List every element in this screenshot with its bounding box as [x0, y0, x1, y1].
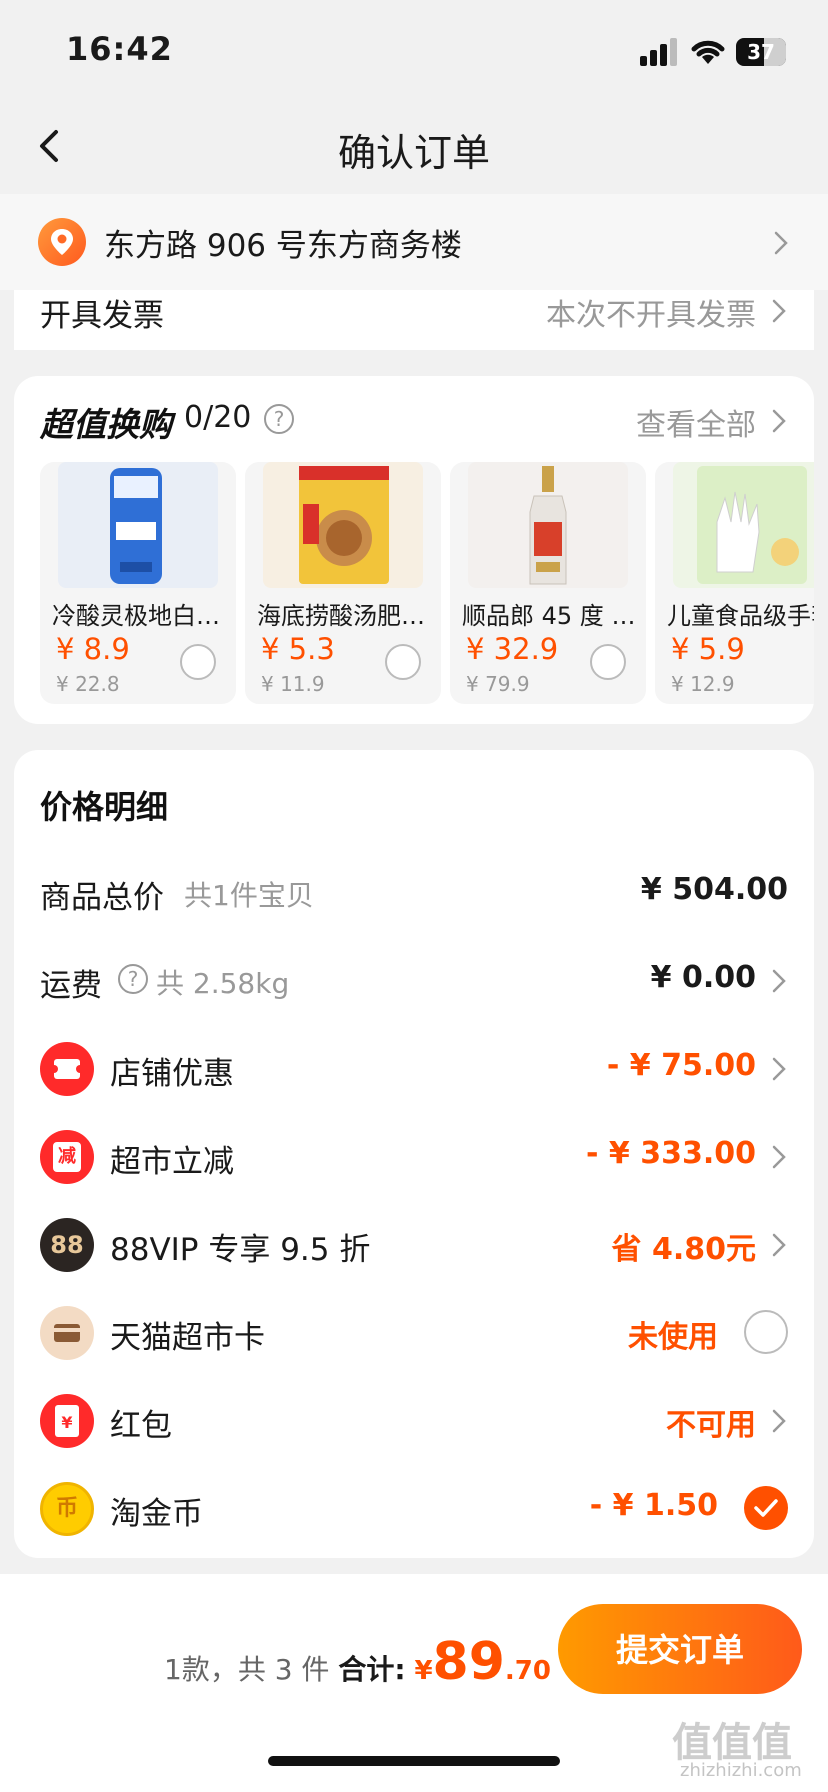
nav-bar: 确认订单: [0, 104, 828, 188]
shipping-label: 运费: [40, 968, 102, 1004]
product-name: 顺品郎 45 度 4…: [462, 602, 644, 630]
check-icon: [754, 1499, 778, 1517]
watermark-url: zhizhizhi.com: [680, 1760, 802, 1781]
tmall-card-row[interactable]: 天猫超市卡 未使用: [14, 1290, 814, 1378]
product-name: 冷酸灵极地白牙膏: [52, 602, 234, 630]
tmall-card-label: 天猫超市卡: [110, 1320, 265, 1356]
gloves-image: [673, 462, 814, 588]
exchange-section: 超值换购 0/20 ? 查看全部 冷酸灵极地白牙膏 ¥ 8.9 ¥ 22.8 海…: [14, 376, 814, 724]
red-packet-row[interactable]: ¥ 红包 不可用: [14, 1378, 814, 1466]
toothpaste-image: [58, 462, 218, 588]
tmall-card-radio[interactable]: [744, 1310, 788, 1354]
help-icon[interactable]: ?: [118, 964, 148, 994]
view-all-link[interactable]: 查看全部: [636, 400, 756, 444]
order-summary: 1款，共 3 件 合计: ¥89.70: [164, 1632, 551, 1692]
select-radio[interactable]: [385, 644, 421, 680]
goods-total-value: ¥ 504.00: [640, 872, 788, 907]
product-price: ¥ 32.9: [466, 632, 559, 666]
goods-total-label: 商品总价: [40, 880, 164, 916]
store-discount-row[interactable]: 店铺优惠 - ¥ 75.00: [14, 1026, 814, 1114]
location-pin-icon: [38, 218, 86, 266]
product-card[interactable]: 顺品郎 45 度 4… ¥ 32.9 ¥ 79.9: [450, 462, 646, 704]
product-original-price: ¥ 11.9: [261, 672, 325, 696]
market-discount-label: 超市立减: [110, 1144, 234, 1180]
battery-icon: 37: [736, 38, 786, 66]
help-icon[interactable]: ?: [264, 404, 294, 434]
product-original-price: ¥ 12.9: [671, 672, 735, 696]
goods-total-row: 商品总价 共1件宝贝 ¥ 504.00: [14, 850, 814, 938]
taojinbi-checkbox[interactable]: [744, 1486, 788, 1530]
red-packet-label: 红包: [110, 1408, 172, 1444]
product-original-price: ¥ 22.8: [56, 672, 120, 696]
status-time: 16:42: [66, 30, 173, 68]
total-label: 合计:: [338, 1653, 406, 1686]
address-row[interactable]: 东方路 906 号东方商务楼: [0, 194, 828, 290]
card-icon: [40, 1306, 94, 1360]
chevron-right-icon: [772, 1057, 786, 1081]
taojinbi-label: 淘金币: [110, 1496, 203, 1532]
store-discount-label: 店铺优惠: [110, 1056, 234, 1092]
invoice-row[interactable]: 开具发票 本次不开具发票: [14, 290, 814, 350]
liquor-image: [468, 462, 628, 588]
submit-order-button[interactable]: 提交订单: [558, 1604, 802, 1694]
goods-count: 共1件宝贝: [184, 879, 314, 912]
exchange-product-list: 冷酸灵极地白牙膏 ¥ 8.9 ¥ 22.8 海底捞酸汤肥牛调味料 ¥ 5.3 ¥…: [40, 462, 814, 706]
red-packet-icon: ¥: [40, 1394, 94, 1448]
product-card[interactable]: 儿童食品级手套 ¥ 5.9 ¥ 12.9: [655, 462, 814, 704]
chevron-right-icon[interactable]: [770, 408, 788, 434]
battery-level: 37: [747, 40, 775, 64]
chevron-right-icon: [772, 1233, 786, 1257]
chevron-right-icon: [772, 1145, 786, 1169]
vip88-icon: 88: [40, 1218, 94, 1272]
product-card[interactable]: 海底捞酸汤肥牛调味料 ¥ 5.3 ¥ 11.9: [245, 462, 441, 704]
total-amount-decimal: .70: [504, 1656, 551, 1686]
taojinbi-value: - ¥ 1.50: [589, 1488, 718, 1523]
item-count: 1款，共 3 件: [164, 1653, 330, 1686]
chevron-right-icon: [772, 1409, 786, 1433]
vip-discount-value: 省 4.80元: [611, 1232, 756, 1267]
seasoning-image: [263, 462, 423, 588]
wifi-icon: [691, 40, 725, 64]
page-title: 确认订单: [337, 131, 490, 175]
market-discount-value: - ¥ 333.00: [586, 1136, 756, 1171]
product-price: ¥ 5.3: [261, 632, 335, 666]
product-price: ¥ 5.9: [671, 632, 745, 666]
shipping-weight: 共 2.58kg: [156, 967, 290, 1000]
currency-symbol: ¥: [414, 1656, 433, 1686]
product-card[interactable]: 冷酸灵极地白牙膏 ¥ 8.9 ¥ 22.8: [40, 462, 236, 704]
taojinbi-row[interactable]: 币 淘金币 - ¥ 1.50: [14, 1466, 814, 1554]
home-indicator[interactable]: [268, 1756, 560, 1766]
product-price: ¥ 8.9: [56, 632, 130, 666]
product-original-price: ¥ 79.9: [466, 672, 530, 696]
shipping-value: ¥ 0.00: [650, 960, 756, 995]
price-detail-section: 价格明细 商品总价 共1件宝贝 ¥ 504.00 运费 ? 共 2.58kg ¥…: [14, 750, 814, 1558]
chevron-right-icon: [772, 969, 786, 993]
invoice-value: 本次不开具发票: [546, 298, 756, 333]
status-bar: 16:42 37: [0, 0, 828, 104]
address-text: 东方路 906 号东方商务楼: [104, 228, 462, 264]
store-discount-value: - ¥ 75.00: [606, 1048, 756, 1083]
invoice-label: 开具发票: [40, 298, 164, 334]
market-discount-row[interactable]: 减 超市立减 - ¥ 333.00: [14, 1114, 814, 1202]
red-packet-value: 不可用: [666, 1408, 756, 1443]
vip-discount-row[interactable]: 88 88VIP 专享 9.5 折 省 4.80元: [14, 1202, 814, 1290]
checkout-bar: 1款，共 3 件 合计: ¥89.70 提交订单 值值值 zhizhizhi.c…: [0, 1574, 828, 1792]
exchange-count: 0/20: [184, 400, 252, 435]
price-detail-title: 价格明细: [40, 788, 169, 826]
product-name: 海底捞酸汤肥牛调味料: [257, 602, 439, 630]
product-name: 儿童食品级手套: [667, 602, 814, 630]
total-amount-integer: 89: [432, 1632, 505, 1692]
select-radio[interactable]: [590, 644, 626, 680]
cellular-signal-icon: [640, 38, 680, 66]
chevron-right-icon: [772, 299, 786, 323]
select-radio[interactable]: [180, 644, 216, 680]
vip-discount-label: 88VIP 专享 9.5 折: [110, 1232, 371, 1268]
shipping-row[interactable]: 运费 ? 共 2.58kg ¥ 0.00: [14, 938, 814, 1026]
ticket-icon: [40, 1042, 94, 1096]
tmall-card-value: 未使用: [628, 1320, 718, 1355]
chevron-right-icon: [774, 231, 788, 255]
exchange-title: 超值换购: [40, 405, 172, 444]
reduce-icon: 减: [40, 1130, 94, 1184]
coin-icon: 币: [40, 1482, 94, 1536]
